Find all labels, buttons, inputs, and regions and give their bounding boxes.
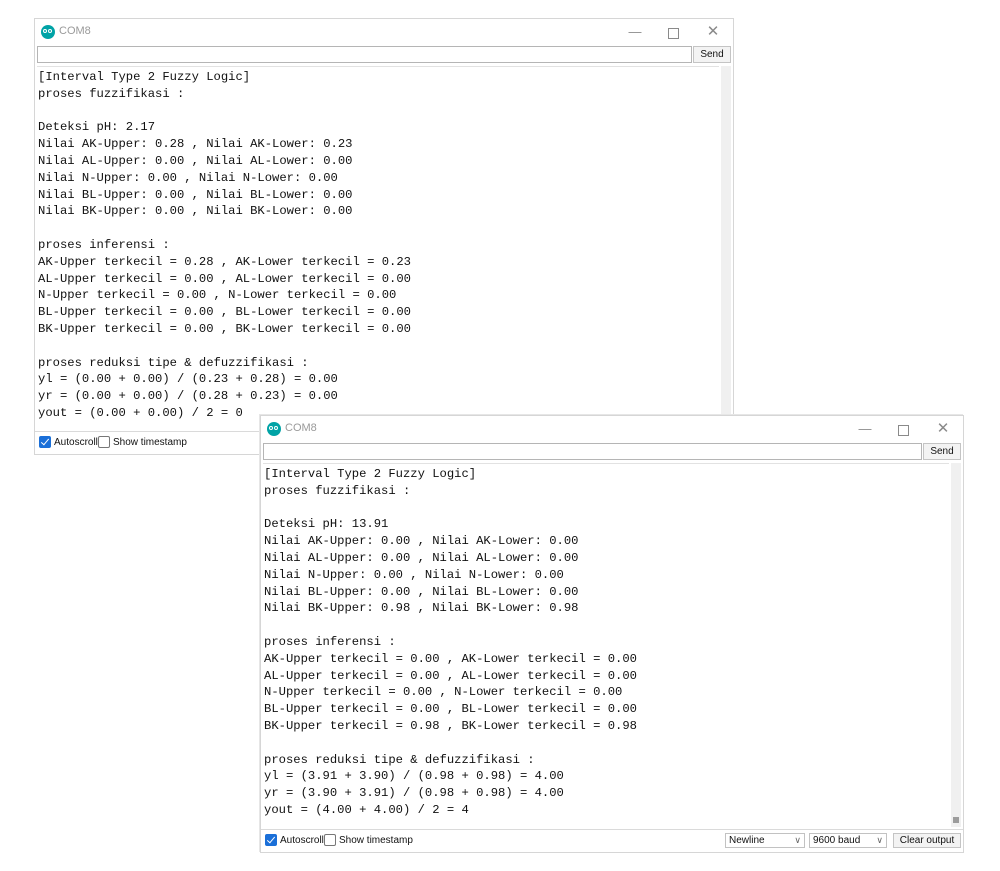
output-line: Nilai N-Upper: 0.00 , Nilai N-Lower: 0.0…: [264, 567, 564, 582]
output-line: Deteksi pH: 2.17: [38, 120, 156, 135]
output-line: proses reduksi tipe & defuzzifikasi :: [38, 355, 309, 370]
output-line: AK-Upper terkecil = 0.28 , AK-Lower terk…: [38, 254, 411, 269]
autoscroll-checkbox[interactable]: Autoscroll: [265, 834, 324, 846]
serial-monitor-window-1: COM8 — ✕ Send [Interval Type 2 Fuzzy Log…: [34, 18, 734, 455]
output-line: yout = (0.00 + 0.00) / 2 = 0: [38, 405, 243, 420]
send-button[interactable]: Send: [693, 46, 731, 63]
output-line: Nilai BK-Upper: 0.98 , Nilai BK-Lower: 0…: [264, 601, 579, 616]
output-line: N-Upper terkecil = 0.00 , N-Lower terkec…: [38, 288, 397, 303]
output-line: [Interval Type 2 Fuzzy Logic]: [264, 467, 477, 481]
maximize-icon: [897, 424, 909, 436]
output-line: BL-Upper terkecil = 0.00 , BL-Lower terk…: [264, 702, 637, 717]
send-row: Send: [263, 443, 961, 462]
checkbox-unchecked-icon: [98, 436, 110, 448]
output-text: [Interval Type 2 Fuzzy Logic] proses fuz…: [37, 67, 719, 424]
output-line: BL-Upper terkecil = 0.00 , BL-Lower terk…: [38, 305, 411, 320]
arduino-logo-icon: [41, 25, 55, 39]
output-line: yl = (0.00 + 0.00) / (0.23 + 0.28) = 0.0…: [38, 372, 338, 387]
chevron-down-icon: ∨: [794, 835, 801, 845]
maximize-button[interactable]: [663, 22, 683, 42]
vertical-scrollbar[interactable]: [951, 463, 961, 827]
output-line: N-Upper terkecil = 0.00 , N-Lower terkec…: [264, 685, 623, 700]
checkbox-checked-icon: [39, 436, 51, 448]
close-button[interactable]: ✕: [703, 22, 723, 42]
output-text: [Interval Type 2 Fuzzy Logic] proses fuz…: [263, 464, 949, 821]
show-timestamp-label: Show timestamp: [339, 834, 413, 846]
serial-input[interactable]: [263, 443, 922, 460]
output-line: Nilai BK-Upper: 0.00 , Nilai BK-Lower: 0…: [38, 204, 353, 219]
serial-output[interactable]: [Interval Type 2 Fuzzy Logic] proses fuz…: [37, 66, 719, 429]
output-line: Nilai BL-Upper: 0.00 , Nilai BL-Lower: 0…: [38, 187, 353, 202]
output-line: AL-Upper terkecil = 0.00 , AL-Lower terk…: [38, 271, 411, 286]
maximize-button[interactable]: [893, 419, 913, 439]
minimize-button[interactable]: —: [855, 419, 875, 439]
show-timestamp-checkbox[interactable]: Show timestamp: [98, 436, 187, 448]
output-line: Deteksi pH: 13.91: [264, 517, 389, 532]
autoscroll-label: Autoscroll: [54, 436, 98, 448]
output-line: Nilai N-Upper: 0.00 , Nilai N-Lower: 0.0…: [38, 170, 338, 185]
output-line: Nilai AL-Upper: 0.00 , Nilai AL-Lower: 0…: [264, 550, 579, 565]
window-title: COM8: [59, 25, 91, 37]
output-line: Nilai AK-Upper: 0.28 , Nilai AK-Lower: 0…: [38, 137, 353, 152]
baud-rate-value: 9600 baud: [813, 835, 861, 846]
output-line: proses fuzzifikasi :: [38, 86, 185, 101]
output-line: yr = (3.90 + 3.91) / (0.98 + 0.98) = 4.0…: [264, 786, 564, 801]
output-line: AK-Upper terkecil = 0.00 , AK-Lower terk…: [264, 651, 637, 666]
output-line: [Interval Type 2 Fuzzy Logic]: [38, 70, 251, 84]
serial-output[interactable]: [Interval Type 2 Fuzzy Logic] proses fuz…: [263, 463, 949, 828]
minimize-button[interactable]: —: [625, 22, 645, 42]
show-timestamp-label: Show timestamp: [113, 436, 187, 448]
title-bar[interactable]: COM8 — ✕: [261, 416, 963, 442]
output-line: proses inferensi :: [38, 237, 170, 252]
status-bar: Autoscroll Show timestamp Newline ∨ 9600…: [261, 829, 963, 852]
output-line: BK-Upper terkecil = 0.00 , BK-Lower terk…: [38, 321, 411, 336]
line-ending-value: Newline: [729, 835, 765, 846]
clear-output-button[interactable]: Clear output: [893, 833, 961, 848]
arduino-logo-icon: [267, 422, 281, 436]
output-line: yout = (4.00 + 4.00) / 2 = 4: [264, 802, 469, 817]
checkbox-unchecked-icon: [324, 834, 336, 846]
output-line: proses inferensi :: [264, 634, 396, 649]
close-button[interactable]: ✕: [933, 419, 953, 439]
show-timestamp-checkbox[interactable]: Show timestamp: [324, 834, 413, 846]
autoscroll-checkbox[interactable]: Autoscroll: [39, 436, 98, 448]
chevron-down-icon: ∨: [876, 835, 883, 845]
autoscroll-label: Autoscroll: [280, 834, 324, 846]
output-line: yr = (0.00 + 0.00) / (0.28 + 0.23) = 0.0…: [38, 389, 338, 404]
output-line: Nilai AL-Upper: 0.00 , Nilai AL-Lower: 0…: [38, 153, 353, 168]
output-line: proses fuzzifikasi :: [264, 483, 411, 498]
output-line: Nilai AK-Upper: 0.00 , Nilai AK-Lower: 0…: [264, 534, 579, 549]
baud-rate-select[interactable]: 9600 baud ∨: [809, 833, 887, 848]
line-ending-select[interactable]: Newline ∨: [725, 833, 805, 848]
output-line: yl = (3.91 + 3.90) / (0.98 + 0.98) = 4.0…: [264, 769, 564, 784]
send-row: Send: [37, 46, 731, 65]
serial-monitor-window-2: COM8 — ✕ Send [Interval Type 2 Fuzzy Log…: [260, 415, 964, 853]
send-button[interactable]: Send: [923, 443, 961, 460]
output-line: proses reduksi tipe & defuzzifikasi :: [264, 752, 535, 767]
output-line: AL-Upper terkecil = 0.00 , AL-Lower terk…: [264, 668, 637, 683]
title-bar[interactable]: COM8 — ✕: [35, 19, 733, 45]
vertical-scrollbar[interactable]: [721, 66, 731, 428]
output-line: BK-Upper terkecil = 0.98 , BK-Lower terk…: [264, 718, 637, 733]
window-title: COM8: [285, 422, 317, 434]
scrollbar-thumb[interactable]: [953, 817, 959, 823]
maximize-icon: [667, 27, 679, 39]
serial-input[interactable]: [37, 46, 692, 63]
output-line: Nilai BL-Upper: 0.00 , Nilai BL-Lower: 0…: [264, 584, 579, 599]
checkbox-checked-icon: [265, 834, 277, 846]
